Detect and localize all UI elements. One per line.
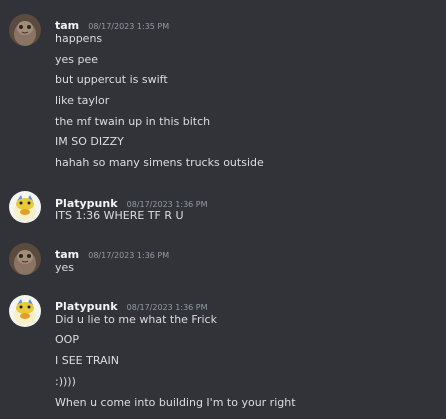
- message-text: the mf twain up in this bitch: [55, 115, 211, 128]
- avatar-tam[interactable]: [9, 14, 41, 46]
- message-text: IM SO DIZZY: [55, 135, 124, 148]
- avatar-platypunk[interactable]: [9, 295, 41, 327]
- username[interactable]: Platypunk: [55, 300, 118, 313]
- message-text: hahah so many simens trucks outside: [55, 156, 264, 169]
- message-text: yes: [55, 261, 75, 274]
- message-text: I SEE TRAIN: [55, 354, 120, 367]
- timestamp: 08/17/2023 1:35 PM: [88, 22, 170, 31]
- message-text: yes pee: [55, 53, 99, 66]
- message-text: but uppercut is swift: [55, 73, 168, 86]
- message-text: When u come into building I'm to your ri…: [55, 396, 296, 409]
- username[interactable]: tam: [55, 248, 79, 261]
- avatar-tam[interactable]: [9, 243, 41, 275]
- avatar-platypunk[interactable]: [9, 191, 41, 223]
- timestamp: 08/17/2023 1:36 PM: [88, 251, 170, 260]
- message-text: ITS 1:36 WHERE TF R U: [55, 209, 184, 222]
- timestamp: 08/17/2023 1:36 PM: [126, 200, 208, 209]
- message-text: happens: [55, 32, 103, 45]
- message-text: like taylor: [55, 94, 110, 107]
- message-text: Did u lie to me what the Frick: [55, 313, 217, 326]
- message-text: OOP: [55, 333, 79, 346]
- username[interactable]: tam: [55, 19, 79, 32]
- message-text: :)))): [55, 375, 76, 388]
- timestamp: 08/17/2023 1:36 PM: [126, 303, 208, 312]
